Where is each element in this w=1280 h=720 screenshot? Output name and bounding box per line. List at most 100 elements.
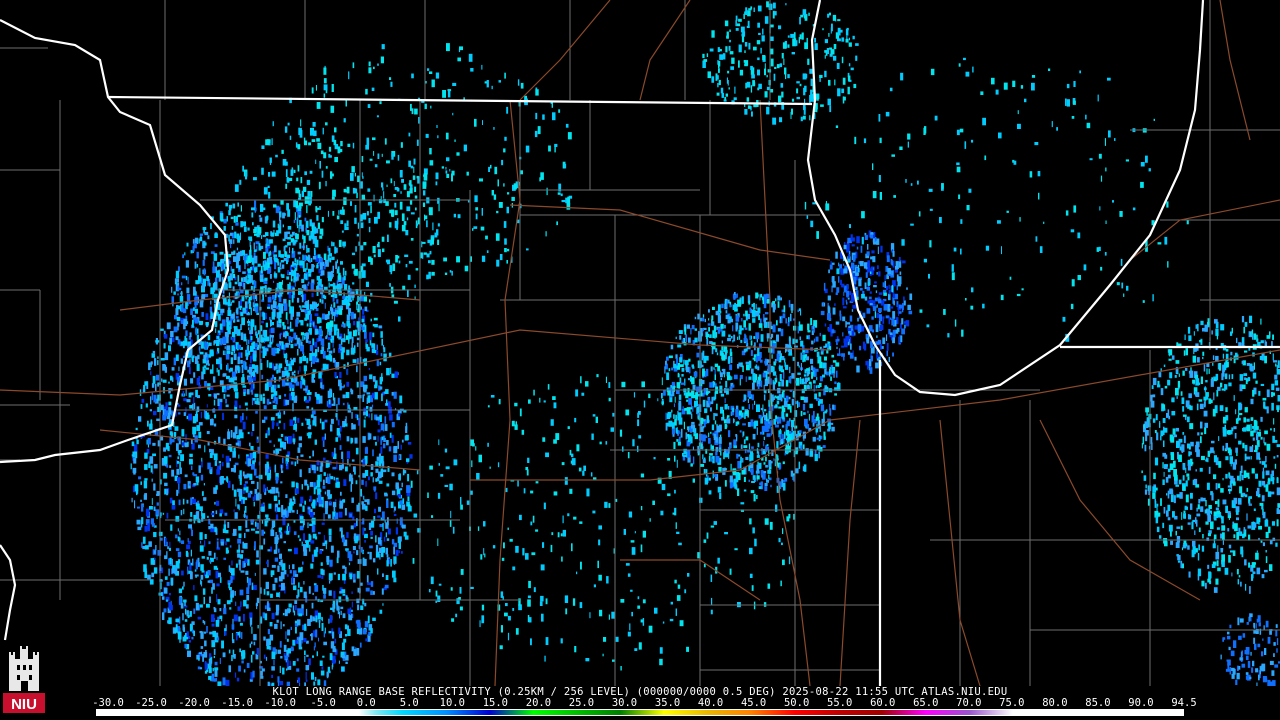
echo-cell [720, 323, 724, 329]
echo-cell [835, 370, 838, 378]
echo-cell [386, 368, 390, 376]
echo-cell [370, 590, 373, 595]
echo-cell [326, 400, 329, 407]
echo-cell [393, 300, 398, 304]
echo-cell [291, 264, 294, 267]
echo-cell [732, 304, 737, 310]
echo-cell [330, 476, 334, 480]
echo-cell [289, 247, 291, 254]
echo-cell [275, 543, 278, 551]
echo-cell [311, 554, 315, 562]
echo-cell [169, 541, 171, 548]
echo-cell [303, 591, 307, 598]
echo-cell [356, 648, 360, 656]
echo-cell [343, 275, 346, 281]
echo-cell [249, 442, 251, 447]
echo-cell [362, 308, 365, 315]
echo-cell [255, 530, 260, 534]
echo-cell [143, 494, 147, 500]
echo-cell [790, 303, 794, 311]
echo-cell [284, 436, 288, 441]
echo-cell [273, 280, 275, 283]
echo-cell [320, 568, 324, 575]
echo-cell [386, 554, 389, 558]
echo-cell [346, 451, 350, 459]
echo-cell [824, 323, 827, 327]
echo-cell [228, 254, 232, 258]
echo-cell [321, 503, 324, 508]
echo-cell [343, 197, 347, 205]
echo-cell [168, 454, 172, 458]
echo-cell [378, 325, 382, 328]
echo-cell [339, 611, 340, 619]
echo-cell [231, 300, 235, 303]
echo-cell [243, 282, 246, 290]
echo-cell [364, 447, 368, 454]
echo-cell [708, 438, 711, 444]
echo-cell [898, 304, 903, 309]
echo-cell [788, 336, 791, 341]
echo-cell [849, 315, 853, 322]
echo-cell [783, 358, 786, 363]
echo-cell [264, 348, 269, 352]
echo-cell [227, 431, 230, 440]
echo-cell [243, 562, 246, 567]
echo-cell [380, 446, 383, 454]
echo-cell [264, 340, 265, 344]
echo-cell [250, 336, 253, 341]
echo-cell [313, 499, 316, 505]
echo-cell [892, 352, 894, 357]
echo-cell [273, 444, 275, 447]
echo-cell [233, 239, 235, 244]
echo-cell [231, 226, 234, 230]
echo-cell [842, 297, 845, 306]
echo-cell [265, 514, 269, 518]
echo-cell [310, 563, 314, 569]
echo-cell [194, 308, 198, 314]
echo-cell [215, 277, 218, 283]
echo-cell [695, 392, 699, 400]
echo-cell [364, 528, 366, 531]
echo-cell [391, 153, 394, 160]
echo-cell [799, 336, 801, 341]
echo-cell [790, 439, 792, 448]
echo-cell [274, 262, 277, 270]
echo-cell [816, 413, 819, 418]
echo-cell [176, 316, 181, 321]
echo-cell [226, 345, 231, 351]
echo-cell [721, 340, 723, 344]
echo-cell [755, 303, 757, 310]
echo-cell [295, 482, 298, 488]
echo-cell [190, 308, 193, 315]
echo-cell [168, 381, 170, 384]
echo-cell [281, 303, 283, 312]
echo-cell [178, 499, 181, 506]
echo-cell [144, 493, 147, 496]
echo-cell [377, 429, 381, 433]
echo-cell [783, 305, 786, 313]
echo-cell [216, 351, 218, 355]
echo-cell [413, 166, 415, 173]
echo-cell [750, 419, 754, 427]
echo-cell [274, 577, 278, 583]
echo-cell [240, 570, 245, 573]
echo-cell [151, 478, 153, 482]
echo-cell [145, 508, 150, 517]
echo-cell [773, 418, 776, 425]
echo-cell [213, 376, 216, 383]
echo-cell [185, 388, 187, 396]
echo-cell [312, 308, 315, 311]
echo-cell [676, 439, 679, 442]
echo-cell [702, 329, 704, 332]
echo-cell [330, 545, 334, 553]
echo-cell [316, 262, 318, 268]
echo-cell [143, 564, 147, 572]
echo-cell [713, 434, 717, 440]
echo-cell [205, 322, 209, 326]
echo-cell [237, 356, 240, 365]
echo-cell [220, 219, 224, 222]
echo-cell [266, 591, 270, 596]
echo-cell [255, 559, 260, 565]
echo-cell [687, 392, 692, 397]
echo-cell [240, 312, 244, 317]
